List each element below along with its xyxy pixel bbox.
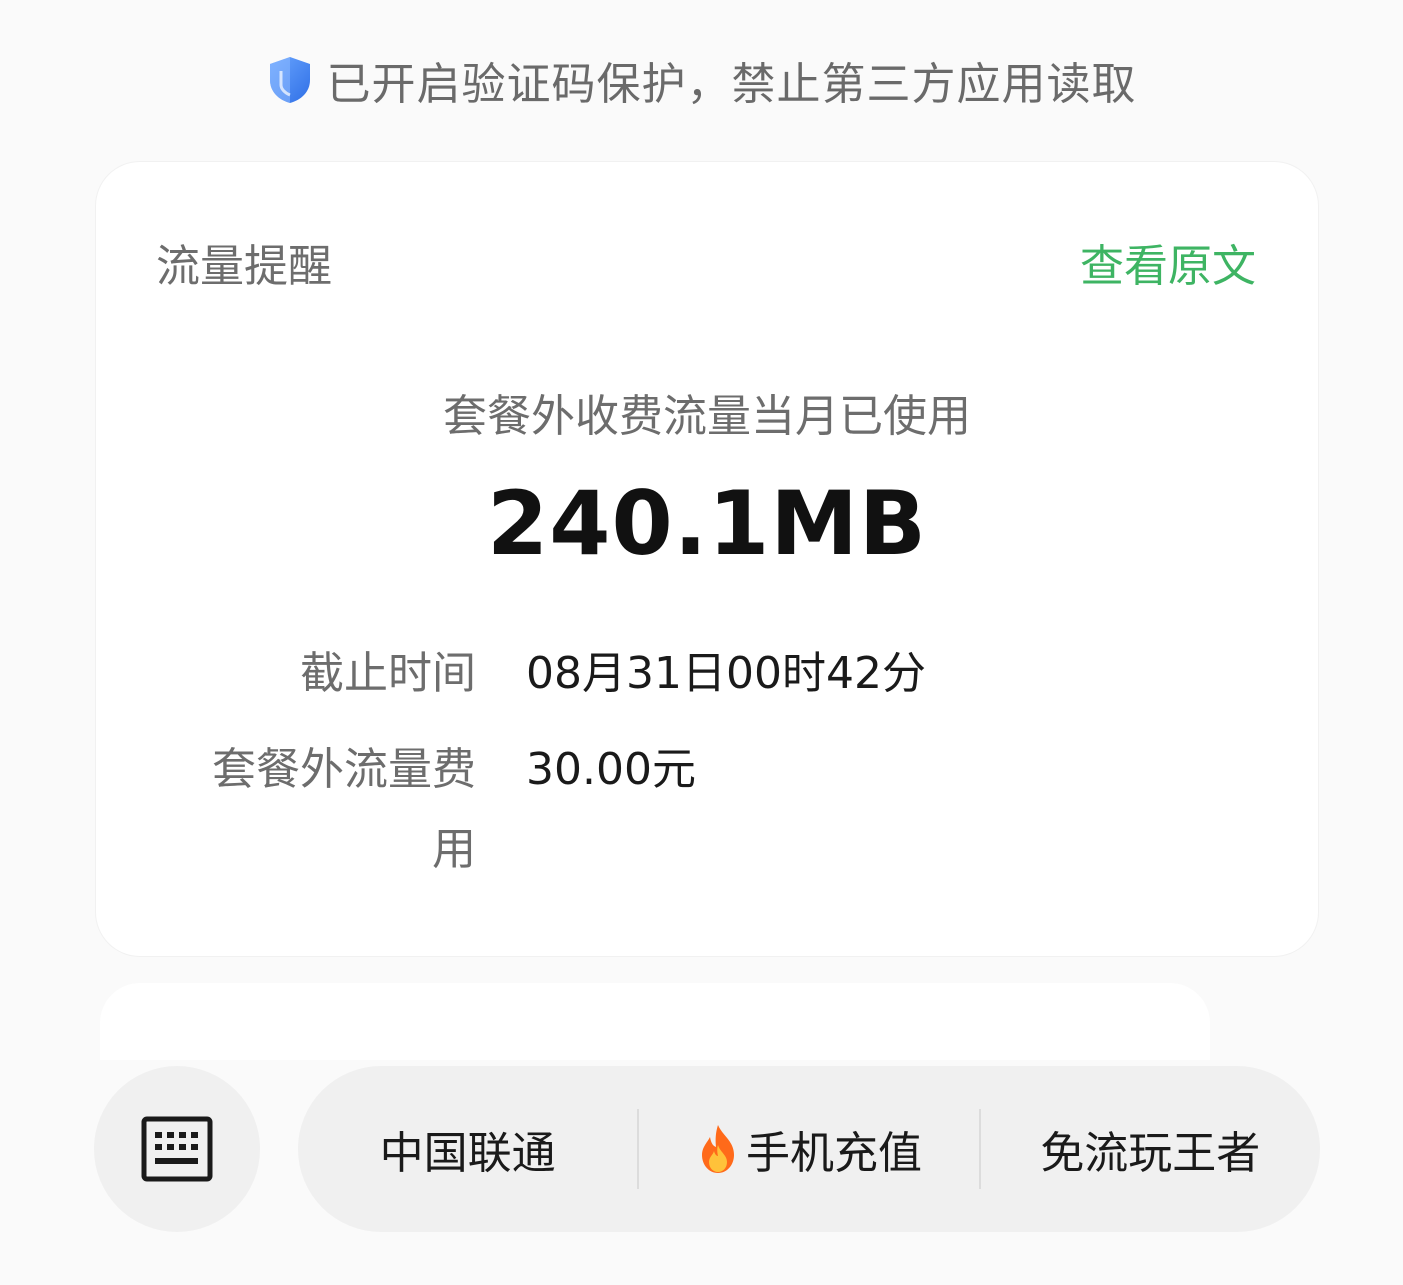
bottom-menu-bar: 中国联通 手机充值 免流玩王者 [0, 1060, 1403, 1285]
verification-protection-banner: 已开启验证码保护，禁止第三方应用读取 [0, 40, 1403, 120]
view-original-link[interactable]: 查看原文 [1080, 230, 1256, 294]
menu-item-label: 中国联通 [379, 1128, 556, 1179]
card-title: 流量提醒 [156, 241, 332, 292]
banner-text: 已开启验证码保护，禁止第三方应用读取 [326, 59, 1137, 110]
traffic-reminder-card: 流量提醒 查看原文 套餐外收费流量当月已使用 240.1MB 截止时间 08月3… [96, 162, 1318, 956]
fire-icon [701, 1125, 734, 1173]
detail-value: 08月31日00时42分 [526, 648, 926, 699]
keyboard-icon [141, 1116, 213, 1182]
detail-key: 截止时间 [300, 648, 476, 699]
usage-value: 240.1MB [487, 472, 927, 575]
menu-item-phone-recharge[interactable]: 手机充值 [639, 1066, 978, 1232]
shield-icon [269, 57, 310, 103]
detail-key: 套餐外流量费用 [212, 744, 476, 875]
menu-item-china-unicom[interactable]: 中国联通 [298, 1066, 637, 1232]
menu-item-free-data-game[interactable]: 免流玩王者 [981, 1066, 1320, 1232]
quick-menu: 中国联通 手机充值 免流玩王者 [298, 1066, 1320, 1232]
menu-item-label: 免流玩王者 [1040, 1128, 1261, 1179]
usage-label: 套餐外收费流量当月已使用 [443, 391, 971, 442]
keyboard-toggle-button[interactable] [94, 1066, 260, 1232]
menu-item-label: 手机充值 [745, 1128, 922, 1179]
detail-value: 30.00元 [526, 744, 696, 795]
